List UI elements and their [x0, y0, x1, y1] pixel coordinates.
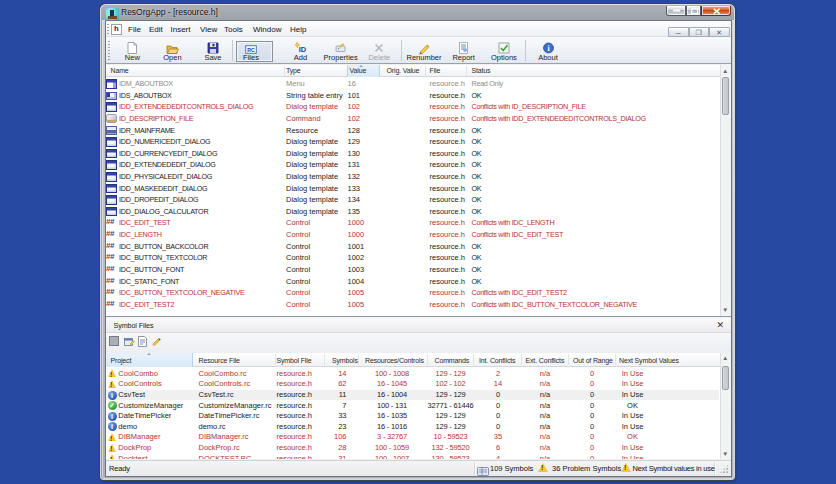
svg-text:RC: RC — [247, 46, 255, 52]
